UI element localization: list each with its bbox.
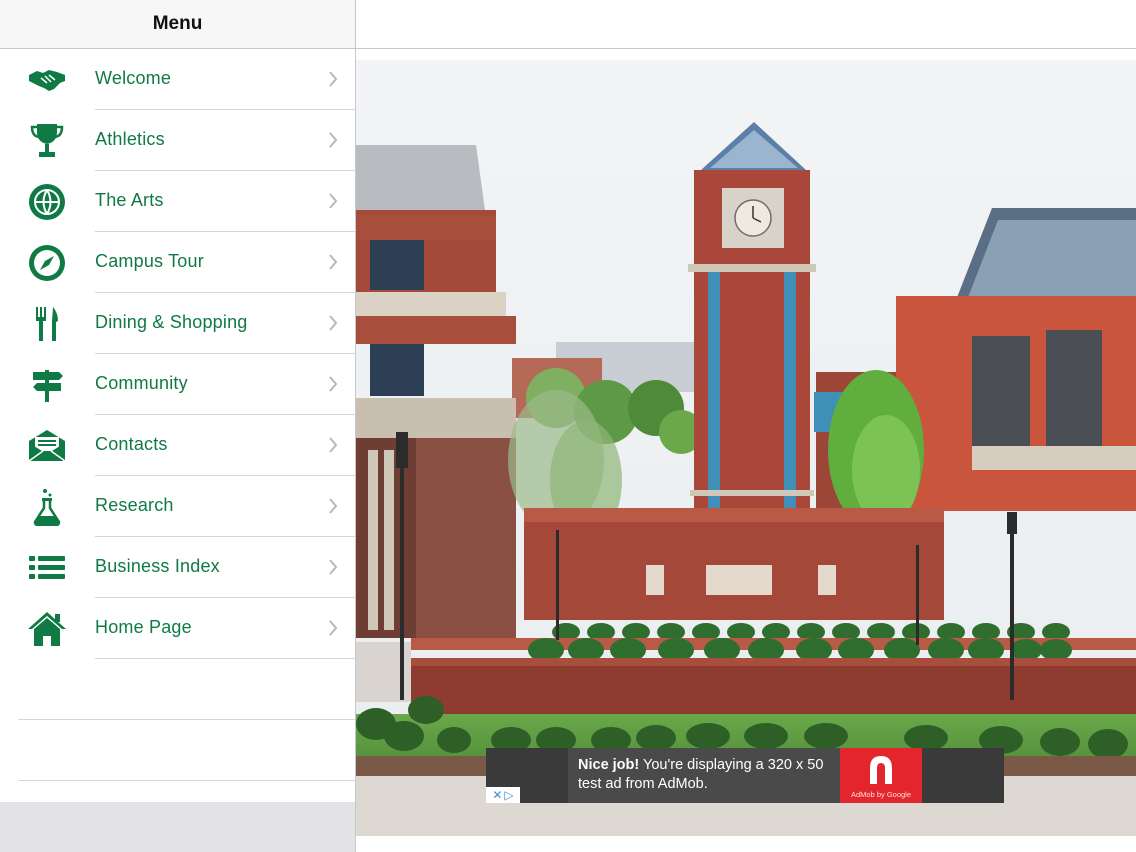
sidebar-item-label: Community xyxy=(95,373,188,393)
empty-row xyxy=(0,659,355,720)
ad-line1: Nice job! You're displaying a 320 x 50 xyxy=(578,756,832,775)
chevron-right-icon xyxy=(329,559,338,575)
admob-caption: AdMob by Google xyxy=(850,790,912,799)
sidebar-item-campus-tour[interactable]: Campus Tour xyxy=(0,232,355,293)
signpost-icon xyxy=(26,365,68,405)
handshake-icon xyxy=(26,60,68,100)
sidebar-item-athletics[interactable]: Athletics xyxy=(0,110,355,171)
ad-right-panel xyxy=(922,748,1004,803)
sidebar-item-welcome[interactable]: Welcome xyxy=(0,49,355,110)
flask-icon xyxy=(26,487,68,527)
sidebar-title: Menu xyxy=(152,13,203,34)
sidebar-menu: Menu Welcome Athletics The Arts Campus T… xyxy=(0,0,356,852)
chevron-right-icon xyxy=(329,620,338,636)
sidebar-item-label: Athletics xyxy=(95,129,165,149)
sidebar-item-label: Contacts xyxy=(95,434,168,454)
ad-line1-rest: You're displaying a 320 x 50 xyxy=(639,757,824,773)
home-icon xyxy=(26,609,68,649)
ad-text: Nice job! You're displaying a 320 x 50 t… xyxy=(568,748,840,803)
main-content: Nice job! You're displaying a 320 x 50 t… xyxy=(356,0,1136,852)
sidebar-item-label: Home Page xyxy=(95,617,192,637)
chevron-right-icon xyxy=(329,254,338,270)
fork-knife-icon xyxy=(26,304,68,344)
chevron-right-icon xyxy=(329,71,338,87)
menu-list: Welcome Athletics The Arts Campus Tour D… xyxy=(0,49,355,781)
sidebar-item-business-index[interactable]: Business Index xyxy=(0,537,355,598)
sidebar-item-dining-shopping[interactable]: Dining & Shopping xyxy=(0,293,355,354)
chevron-right-icon xyxy=(329,498,338,514)
sidebar-item-label: Campus Tour xyxy=(95,251,204,271)
sidebar-item-research[interactable]: Research xyxy=(0,476,355,537)
envelope-icon xyxy=(26,426,68,466)
globe-icon xyxy=(26,182,68,222)
sidebar-footer xyxy=(0,802,355,852)
sidebar-header: Menu xyxy=(0,0,355,49)
sidebar-item-label: The Arts xyxy=(95,190,164,210)
compass-icon xyxy=(26,243,68,283)
sidebar-item-label: Welcome xyxy=(95,68,172,88)
sidebar-item-community[interactable]: Community xyxy=(0,354,355,415)
sidebar-item-label: Dining & Shopping xyxy=(95,312,248,332)
trophy-icon xyxy=(26,121,68,161)
chevron-right-icon xyxy=(329,193,338,209)
campus-photo xyxy=(356,60,1136,840)
empty-row xyxy=(0,720,355,781)
sidebar-item-the-arts[interactable]: The Arts xyxy=(0,171,355,232)
sidebar-item-contacts[interactable]: Contacts xyxy=(0,415,355,476)
sidebar-item-label: Business Index xyxy=(95,556,220,576)
ad-banner[interactable]: Nice job! You're displaying a 320 x 50 t… xyxy=(486,748,1004,803)
app-window: Menu Welcome Athletics The Arts Campus T… xyxy=(0,0,1136,852)
chevron-right-icon xyxy=(329,132,338,148)
sidebar-item-home-page[interactable]: Home Page xyxy=(0,598,355,659)
chevron-right-icon xyxy=(329,437,338,453)
chevron-right-icon xyxy=(329,376,338,392)
adchoices-icon[interactable]: ▷ xyxy=(504,787,513,803)
chevron-right-icon xyxy=(329,315,338,331)
admob-logo: AdMob by Google xyxy=(840,748,922,803)
list-icon xyxy=(26,548,68,588)
close-icon[interactable]: ✕ xyxy=(492,787,502,803)
navigation-bar xyxy=(356,0,1136,49)
sidebar-item-label: Research xyxy=(95,495,174,515)
ad-bold: Nice job! xyxy=(578,757,640,773)
ad-line2: test ad from AdMob. xyxy=(578,776,708,792)
ad-choices[interactable]: ✕ ▷ xyxy=(486,787,520,803)
